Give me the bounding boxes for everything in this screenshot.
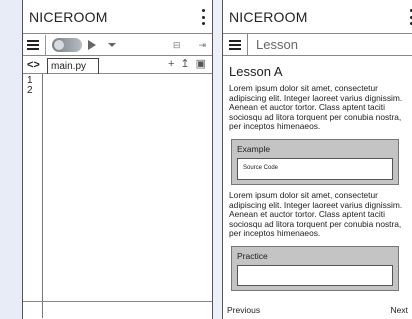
previous-link[interactable]: Previous (227, 305, 260, 319)
editor-panel: NICEROOM ⊟ ⇥ <> main.py + ↥ ▣ 1 2 (22, 0, 213, 319)
toolbar-divider (45, 34, 46, 55)
export-icon[interactable]: ⇥ (198, 39, 206, 51)
menu-icon[interactable] (229, 39, 241, 50)
lesson-nav: Previous Next (227, 305, 408, 319)
app-header: NICEROOM (223, 0, 412, 34)
app-title: NICEROOM (29, 8, 108, 25)
play-icon[interactable] (88, 39, 96, 50)
line-number: 2 (27, 85, 33, 96)
console-icon[interactable]: ⊟ (173, 39, 181, 51)
more-options-icon[interactable] (408, 9, 412, 25)
chevron-down-icon[interactable] (108, 42, 116, 47)
code-view-icon[interactable]: <> (27, 59, 43, 71)
next-link[interactable]: Next (391, 305, 408, 319)
breadcrumb-title: Lesson (256, 37, 298, 52)
editor-toolbar: ⊟ ⇥ (23, 34, 212, 56)
practice-box: Practice (231, 245, 399, 291)
example-code[interactable]: Source Code (237, 157, 393, 180)
lesson-panel: NICEROOM Lesson Lesson A Lorem ipsum dol… (222, 0, 412, 319)
lesson-content: Lesson A Lorem ipsum dolor sit amet, con… (223, 56, 412, 291)
add-file-icon[interactable]: + (168, 58, 174, 71)
lesson-paragraph: Lorem ipsum dolor sit amet, consectetur … (229, 189, 403, 239)
editor-status-bar (23, 301, 212, 319)
breadcrumb-divider (247, 34, 248, 55)
image-icon[interactable]: ▣ (196, 58, 206, 71)
lesson-paragraph: Lorem ipsum dolor sit amet, consectetur … (229, 83, 403, 132)
more-options-icon[interactable] (200, 9, 206, 25)
app-header: NICEROOM (23, 0, 212, 34)
line-gutter: 1 2 (23, 74, 43, 318)
lesson-title: Lesson A (229, 64, 283, 79)
practice-input[interactable] (237, 264, 393, 286)
upload-icon[interactable]: ↥ (180, 58, 189, 71)
app-title: NICEROOM (229, 8, 308, 25)
file-bar: <> main.py + ↥ ▣ (23, 56, 212, 74)
run-mode-toggle[interactable] (52, 37, 82, 52)
file-tab[interactable]: main.py (47, 57, 99, 74)
example-box: Example Source Code (231, 138, 399, 185)
example-label: Example (237, 143, 271, 154)
code-editor[interactable]: 1 2 (23, 74, 212, 318)
practice-label: Practice (237, 250, 268, 261)
breadcrumb: Lesson (223, 34, 412, 56)
menu-icon[interactable] (27, 39, 39, 50)
